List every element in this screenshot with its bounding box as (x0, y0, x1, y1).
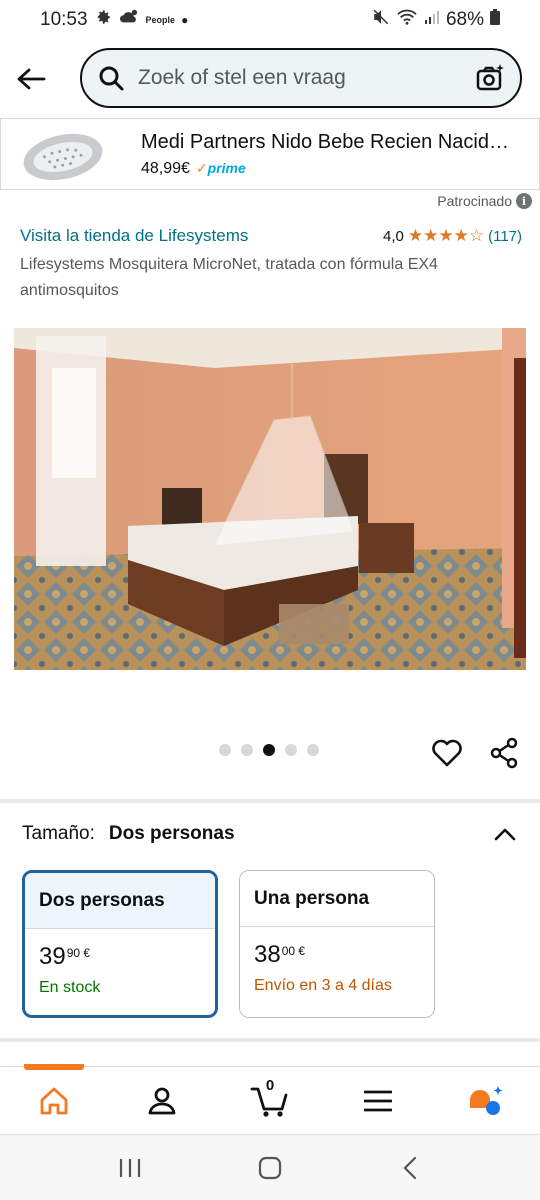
carousel-dot-active[interactable] (263, 744, 275, 756)
size-label: Tamaño: (22, 823, 95, 844)
mute-icon (372, 8, 390, 32)
ad-price-row: 48,99€ ✓prime (141, 160, 539, 178)
recent-apps-icon (119, 1158, 141, 1177)
notification-dot-icon: ● (181, 13, 189, 27)
section-divider (0, 799, 540, 803)
option-name: Dos personas (25, 873, 215, 929)
sponsored-label-row[interactable]: Patrocinado i (437, 190, 532, 212)
home-system-button[interactable] (250, 1148, 290, 1188)
chevron-up-icon[interactable] (492, 821, 518, 847)
delivery-status: Envío en 3 a 4 días (254, 977, 392, 994)
status-bar: 10:53 People ● 68% (0, 0, 540, 40)
price-fraction: 90 € (66, 946, 91, 960)
nav-rufus[interactable] (432, 1067, 540, 1134)
option-price: 39 90 € (39, 943, 201, 971)
status-left: 10:53 People ● (40, 8, 188, 32)
carousel-dot[interactable] (307, 744, 319, 756)
status-right: 68% (372, 8, 500, 32)
settings-gear-icon (94, 8, 112, 32)
price-whole: 38 (254, 941, 281, 968)
home-icon (40, 1087, 68, 1114)
recent-apps-button[interactable] (110, 1148, 150, 1188)
stock-status: En stock (39, 979, 101, 996)
cart-count: 0 (265, 1077, 275, 1094)
nav-menu[interactable] (324, 1067, 432, 1134)
image-carousel-dots (219, 744, 319, 756)
ad-info: Medi Partners Nido Bebe Recien Nacid… 48… (125, 131, 539, 178)
rating-summary[interactable]: 4,0 ★★★★☆ (117) (383, 226, 522, 246)
share-icon[interactable] (486, 734, 522, 772)
size-selector-header[interactable]: Tamaño: Dos personas (22, 818, 518, 850)
search-icon (96, 63, 126, 93)
wifi-icon (396, 8, 418, 32)
nav-home[interactable] (0, 1064, 108, 1134)
chevron-left-icon (403, 1156, 417, 1179)
product-image[interactable] (14, 328, 526, 670)
app-label: People (145, 15, 176, 25)
carousel-dot[interactable] (285, 744, 297, 756)
prime-badge: ✓prime (196, 160, 246, 177)
store-rating-row: Visita la tienda de Lifesystems 4,0 ★★★★… (20, 226, 522, 246)
signal-icon (424, 9, 440, 31)
system-navigation-bar (0, 1134, 540, 1200)
back-arrow-icon (17, 68, 46, 90)
ad-product-thumbnail (1, 119, 125, 189)
size-selected-value: Dos personas (108, 823, 235, 844)
rating-value: 4,0 (383, 227, 404, 245)
weather-icon (118, 8, 140, 32)
user-icon (148, 1087, 176, 1114)
sponsored-product-card[interactable]: Medi Partners Nido Bebe Recien Nacid… 48… (0, 118, 540, 190)
section-divider (0, 1038, 540, 1042)
search-header: Zoek of stel een vraag (0, 46, 540, 112)
product-title: Lifesystems Mosquitera MicroNet, tratada… (20, 256, 438, 299)
camera-sparkle-icon[interactable] (474, 62, 506, 94)
option-body: 38 00 € Envío en 3 a 4 días (240, 927, 434, 1009)
nav-cart[interactable]: 0 (216, 1067, 324, 1134)
rating-count[interactable]: (117) (488, 228, 522, 245)
prime-label: prime (207, 160, 246, 176)
option-name: Una persona (240, 871, 434, 927)
carousel-dot[interactable] (241, 744, 253, 756)
prime-check-icon: ✓ (195, 160, 208, 176)
search-placeholder: Zoek of stel een vraag (138, 66, 346, 89)
battery-icon (490, 9, 500, 31)
store-link[interactable]: Visita la tienda de Lifesystems (20, 226, 248, 246)
nav-account[interactable] (108, 1067, 216, 1134)
bottom-navigation: 0 (0, 1064, 540, 1134)
rufus-assistant-icon (470, 1085, 503, 1115)
ad-price: 48,99€ (141, 159, 190, 177)
search-input[interactable]: Zoek of stel een vraag (80, 48, 522, 108)
active-tab-indicator (24, 1064, 84, 1070)
size-option-una-persona[interactable]: Una persona 38 00 € Envío en 3 a 4 días (239, 870, 435, 1018)
status-time: 10:53 (40, 9, 88, 30)
size-option-dos-personas[interactable]: Dos personas 39 90 € En stock (22, 870, 218, 1018)
option-price: 38 00 € (254, 941, 420, 969)
menu-icon (364, 1090, 392, 1111)
battery-level: 68% (445, 9, 484, 30)
carousel-dot[interactable] (219, 744, 231, 756)
back-button[interactable] (0, 48, 62, 110)
option-body: 39 90 € En stock (25, 929, 215, 1011)
info-icon: i (516, 193, 532, 209)
back-system-button[interactable] (390, 1148, 430, 1188)
sponsored-label: Patrocinado (437, 193, 512, 209)
price-whole: 39 (39, 943, 66, 970)
home-square-icon (258, 1156, 282, 1179)
ad-title[interactable]: Medi Partners Nido Bebe Recien Nacid… (141, 131, 529, 154)
price-fraction: 00 € (281, 944, 306, 958)
star-rating-icon: ★★★★☆ (407, 226, 485, 245)
wishlist-heart-icon[interactable] (428, 734, 466, 772)
